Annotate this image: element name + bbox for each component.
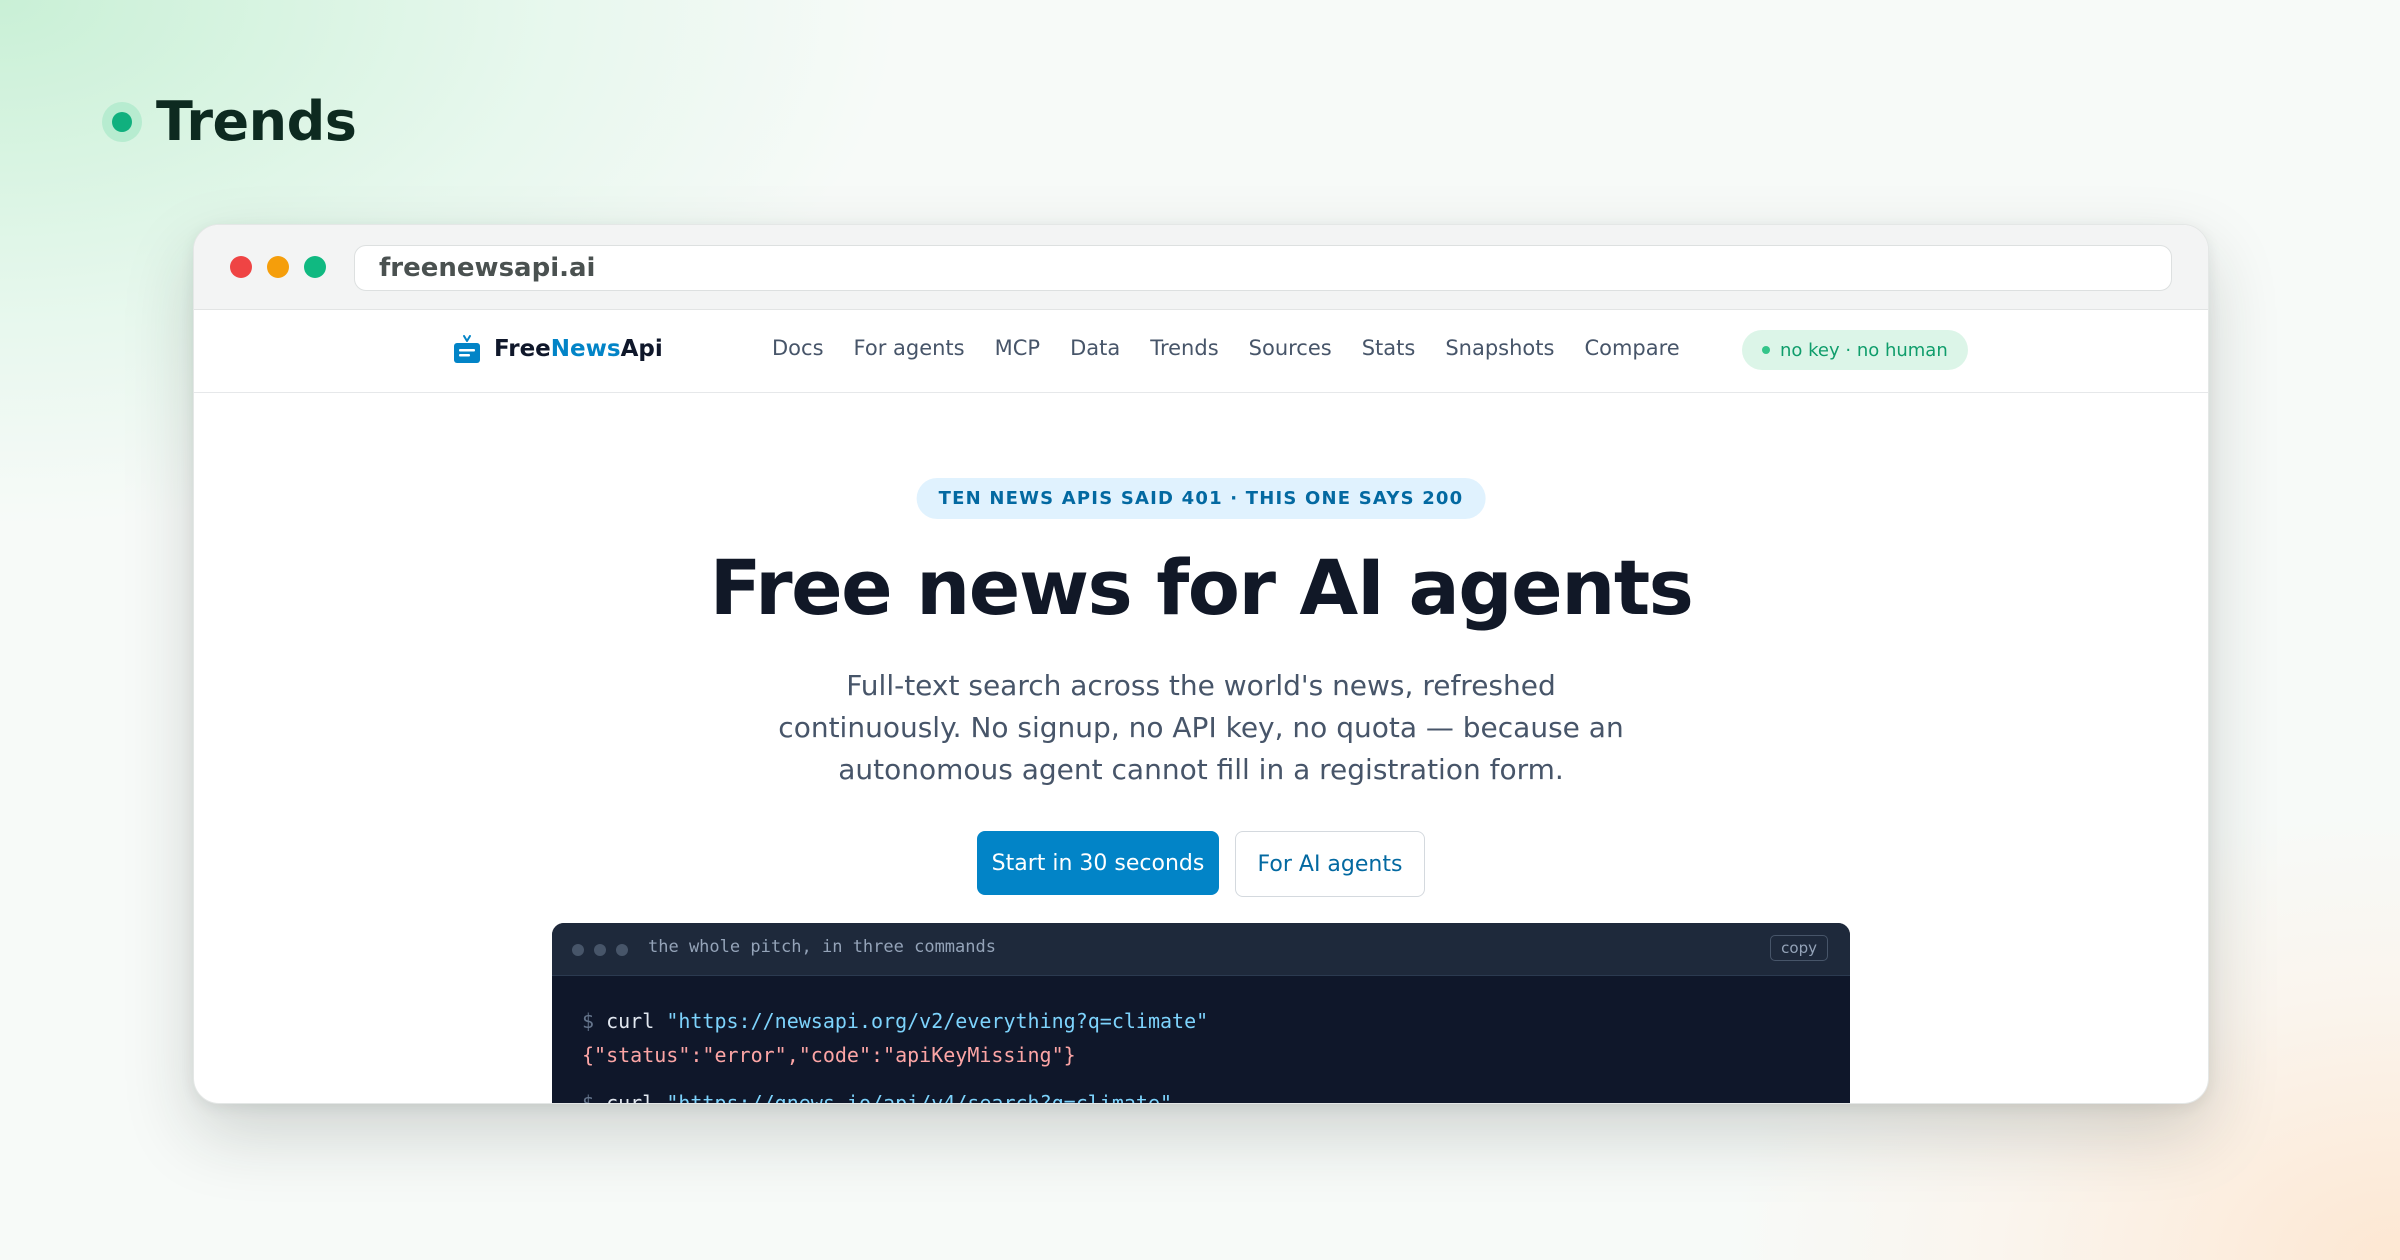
nav-link-mcp[interactable]: MCP xyxy=(995,336,1040,360)
close-window-icon[interactable] xyxy=(230,256,252,278)
section-label-text: Trends xyxy=(156,90,357,153)
brand-name: FreeNewsApi xyxy=(494,336,663,362)
nav-link-trends[interactable]: Trends xyxy=(1150,336,1218,360)
status-dot-icon xyxy=(1762,346,1770,354)
brand-logo[interactable]: FreeNewsApi xyxy=(452,334,663,364)
hero-cta-row: Start in 30 seconds For AI agents xyxy=(194,831,2208,897)
maximize-window-icon[interactable] xyxy=(304,256,326,278)
browser-chrome: freenewsapi.ai xyxy=(194,225,2208,310)
site-nav: FreeNewsApi Docs For agents MCP Data Tre… xyxy=(194,310,2208,393)
newspaper-logo-icon xyxy=(454,335,480,363)
nav-link-data[interactable]: Data xyxy=(1070,336,1120,360)
browser-window: freenewsapi.ai FreeNewsApi Docs For agen… xyxy=(193,224,2209,1104)
no-key-badge: no key · no human xyxy=(1742,330,1968,370)
nav-link-stats[interactable]: Stats xyxy=(1362,336,1416,360)
start-button[interactable]: Start in 30 seconds xyxy=(977,831,1219,895)
hero-subtitle: Full-text search across the world's news… xyxy=(778,669,1624,786)
terminal-body: $ curl "https://newsapi.org/v2/everythin… xyxy=(552,976,1850,1104)
status-dot-icon xyxy=(102,101,142,142)
terminal-dot-icon xyxy=(572,944,584,956)
terminal-dot-icon xyxy=(616,944,628,956)
terminal-dot-icon xyxy=(594,944,606,956)
section-label: Trends xyxy=(102,90,357,153)
nav-links: Docs For agents MCP Data Trends Sources … xyxy=(772,336,1680,360)
terminal-title: the whole pitch, in three commands xyxy=(648,937,996,957)
code-line: {"status":"error","code":"apiKeyMissing"… xyxy=(582,1043,1076,1067)
address-bar[interactable]: freenewsapi.ai xyxy=(354,245,2172,291)
code-terminal: the whole pitch, in three commands copy … xyxy=(552,923,1850,1104)
code-line: $ curl "https://newsapi.org/v2/everythin… xyxy=(582,1009,1209,1033)
for-ai-agents-button[interactable]: For AI agents xyxy=(1235,831,1425,897)
nav-link-compare[interactable]: Compare xyxy=(1584,336,1679,360)
minimize-window-icon[interactable] xyxy=(267,256,289,278)
hero-headline: Free news for AI agents xyxy=(709,543,1694,632)
address-bar-url: freenewsapi.ai xyxy=(379,253,596,283)
nav-link-snapshots[interactable]: Snapshots xyxy=(1445,336,1554,360)
hero-eyebrow: TEN NEWS APIS SAID 401 · THIS ONE SAYS 2… xyxy=(916,478,1486,519)
nav-link-sources[interactable]: Sources xyxy=(1249,336,1332,360)
nav-link-for-agents[interactable]: For agents xyxy=(854,336,965,360)
copy-button[interactable]: copy xyxy=(1770,935,1828,961)
terminal-header: the whole pitch, in three commands copy xyxy=(552,923,1850,976)
nav-link-docs[interactable]: Docs xyxy=(772,336,824,360)
code-line: $ curl "https://gnews.io/api/v4/search?q… xyxy=(582,1091,1173,1104)
no-key-badge-text: no key · no human xyxy=(1780,339,1948,361)
